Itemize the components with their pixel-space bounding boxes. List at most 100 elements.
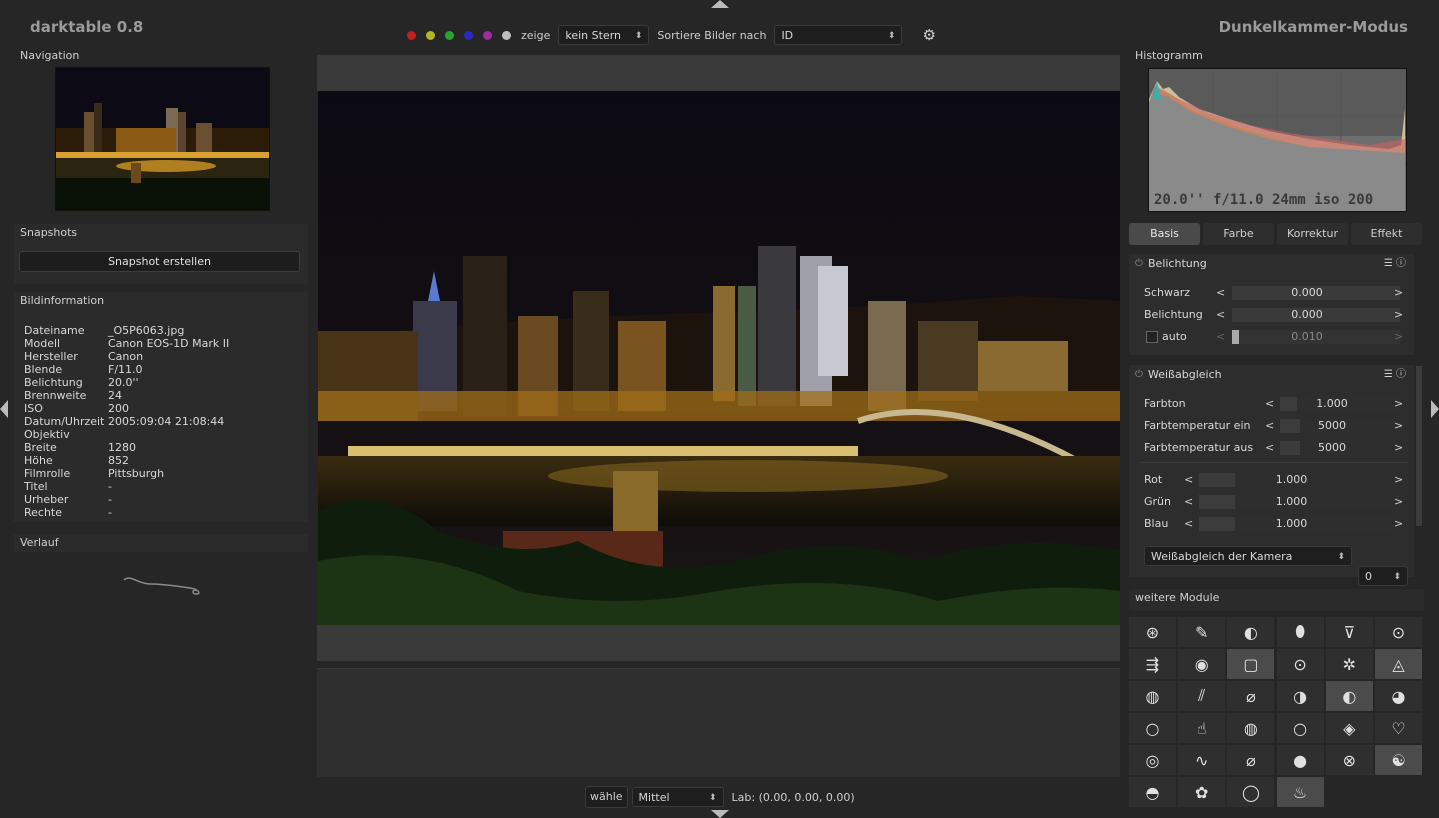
increase-icon[interactable]: >: [1394, 470, 1403, 490]
green-slider[interactable]: Grün < 1.000 >: [1144, 492, 1404, 512]
color-label-blue-icon[interactable]: [464, 30, 473, 40]
collapse-right-arrow-icon[interactable]: [1431, 400, 1439, 418]
spin-arrows-icon[interactable]: ⬍: [1393, 567, 1401, 587]
module-icon: ⊙: [1293, 654, 1307, 674]
filmstrip[interactable]: [317, 668, 1120, 777]
module-icon-button[interactable]: ⬮: [1276, 617, 1324, 647]
color-label-purple-icon[interactable]: [483, 30, 492, 40]
create-snapshot-button[interactable]: Snapshot erstellen: [19, 251, 300, 272]
info-row: Titel -: [24, 480, 229, 493]
collapse-bottom-arrow-icon[interactable]: [711, 810, 729, 818]
color-label-gray-icon[interactable]: [502, 30, 511, 40]
presets-icon[interactable]: ☰ ⓘ: [1384, 254, 1406, 274]
presets-icon[interactable]: ☰ ⓘ: [1384, 365, 1406, 385]
module-icon-button[interactable]: ◐: [1325, 681, 1373, 711]
module-icon-button[interactable]: ⊗: [1325, 745, 1373, 775]
decrease-icon[interactable]: <: [1265, 438, 1274, 458]
temperature-out-slider[interactable]: Farbtemperatur aus < 5000 >: [1144, 438, 1404, 458]
module-icon-button[interactable]: ◓: [1129, 777, 1176, 807]
sort-select[interactable]: ID ⬍: [774, 25, 903, 45]
pick-size-select[interactable]: Mittel ⬍: [631, 787, 724, 807]
decrease-icon[interactable]: <: [1265, 394, 1274, 414]
module-icon-button[interactable]: ⇶: [1129, 649, 1176, 679]
module-icon-button[interactable]: ✿: [1178, 777, 1226, 807]
decrease-icon[interactable]: <: [1184, 514, 1193, 534]
module-icon-button[interactable]: ⊽: [1325, 617, 1373, 647]
module-icon-button[interactable]: ◍: [1227, 713, 1275, 743]
module-icon-button[interactable]: ⌀: [1227, 745, 1275, 775]
module-icon-button[interactable]: ◉: [1178, 649, 1226, 679]
module-icon-button[interactable]: ⊙: [1375, 617, 1422, 647]
tint-slider[interactable]: Farbton < 1.000 >: [1144, 394, 1404, 414]
whitebalance-spinbutton[interactable]: 0 ⬍: [1358, 566, 1408, 586]
decrease-icon[interactable]: <: [1184, 470, 1193, 490]
module-icon-button[interactable]: ◬: [1375, 649, 1422, 679]
decrease-icon[interactable]: <: [1216, 283, 1225, 303]
module-icon-button[interactable]: ⫽: [1178, 681, 1226, 711]
module-icon-button[interactable]: ◐: [1227, 617, 1275, 647]
increase-icon[interactable]: >: [1394, 416, 1403, 436]
module-icon-button[interactable]: ✲: [1325, 649, 1373, 679]
show-label: zeige: [521, 28, 551, 42]
module-icon-button[interactable]: ✎: [1178, 617, 1226, 647]
auto-exposure-slider[interactable]: auto < 0.010 >: [1144, 327, 1404, 347]
module-icon-button[interactable]: ◕: [1375, 681, 1422, 711]
decrease-icon[interactable]: <: [1216, 327, 1225, 347]
module-icon-button[interactable]: ▢: [1227, 649, 1275, 679]
power-icon[interactable]: ⏻: [1135, 365, 1143, 385]
tab-effekt[interactable]: Effekt: [1351, 223, 1422, 245]
tab-korrektur[interactable]: Korrektur: [1277, 223, 1348, 245]
black-slider[interactable]: Schwarz < 0.000 >: [1144, 283, 1404, 303]
module-icon-button[interactable]: ⊙: [1276, 649, 1324, 679]
color-label-green-icon[interactable]: [445, 30, 454, 40]
module-icon-button[interactable]: ♨: [1276, 777, 1324, 807]
module-icon-button[interactable]: ☝: [1178, 713, 1226, 743]
rating-filter-select[interactable]: kein Stern ⬍: [558, 25, 650, 45]
module-icon-button[interactable]: ○: [1276, 713, 1324, 743]
increase-icon[interactable]: >: [1394, 305, 1403, 325]
collapse-top-arrow-icon[interactable]: [711, 0, 729, 8]
main-image[interactable]: [318, 91, 1120, 625]
blue-slider[interactable]: Blau < 1.000 >: [1144, 514, 1404, 534]
whitebalance-preset-select[interactable]: Weißabgleich der Kamera ⬍: [1144, 546, 1352, 566]
module-icon-button[interactable]: ◑: [1276, 681, 1324, 711]
increase-icon[interactable]: >: [1394, 492, 1403, 512]
module-icon-button[interactable]: ◯: [1227, 777, 1275, 807]
collapse-left-arrow-icon[interactable]: [0, 400, 8, 418]
module-icon-button[interactable]: ⊛: [1129, 617, 1176, 647]
mode-title: Dunkelkammer-Modus: [1218, 18, 1408, 36]
module-icon-button[interactable]: ◎: [1129, 745, 1176, 775]
red-slider[interactable]: Rot < 1.000 >: [1144, 470, 1404, 490]
module-scrollbar[interactable]: [1416, 366, 1422, 526]
decrease-icon[interactable]: <: [1216, 305, 1225, 325]
tab-basis[interactable]: Basis: [1129, 223, 1200, 245]
decrease-icon[interactable]: <: [1265, 416, 1274, 436]
module-icon-button[interactable]: ◍: [1129, 681, 1176, 711]
module-icon-button[interactable]: ○: [1129, 713, 1176, 743]
whitebalance-module-header[interactable]: ⏻ Weißabgleich ☰ ⓘ: [1129, 365, 1414, 385]
module-icon-button[interactable]: ⌀: [1227, 681, 1275, 711]
power-icon[interactable]: ⏻: [1135, 254, 1143, 274]
increase-icon[interactable]: >: [1394, 438, 1403, 458]
temperature-in-slider[interactable]: Farbtemperatur ein < 5000 >: [1144, 416, 1404, 436]
increase-icon[interactable]: >: [1394, 283, 1403, 303]
histogram[interactable]: [1148, 68, 1407, 212]
module-icon-button[interactable]: ☯: [1375, 745, 1422, 775]
increase-icon[interactable]: >: [1394, 327, 1403, 347]
gear-icon[interactable]: ⚙: [922, 26, 935, 44]
increase-icon[interactable]: >: [1394, 394, 1403, 414]
module-icon-button[interactable]: ◈: [1325, 713, 1373, 743]
navigation-thumbnail[interactable]: [55, 67, 270, 211]
color-label-red-icon[interactable]: [407, 30, 416, 40]
module-icon-button[interactable]: ●: [1276, 745, 1324, 775]
auto-checkbox[interactable]: [1146, 331, 1158, 343]
decrease-icon[interactable]: <: [1184, 492, 1193, 512]
module-icon-button[interactable]: ♡: [1375, 713, 1422, 743]
tab-farbe[interactable]: Farbe: [1203, 223, 1274, 245]
color-label-yellow-icon[interactable]: [426, 30, 435, 40]
increase-icon[interactable]: >: [1394, 514, 1403, 534]
module-icon-button[interactable]: ∿: [1178, 745, 1226, 775]
info-value: F/11.0: [108, 363, 143, 376]
exposure-module-header[interactable]: ⏻ Belichtung ☰ ⓘ: [1129, 254, 1414, 274]
exposure-slider[interactable]: Belichtung < 0.000 >: [1144, 305, 1404, 325]
